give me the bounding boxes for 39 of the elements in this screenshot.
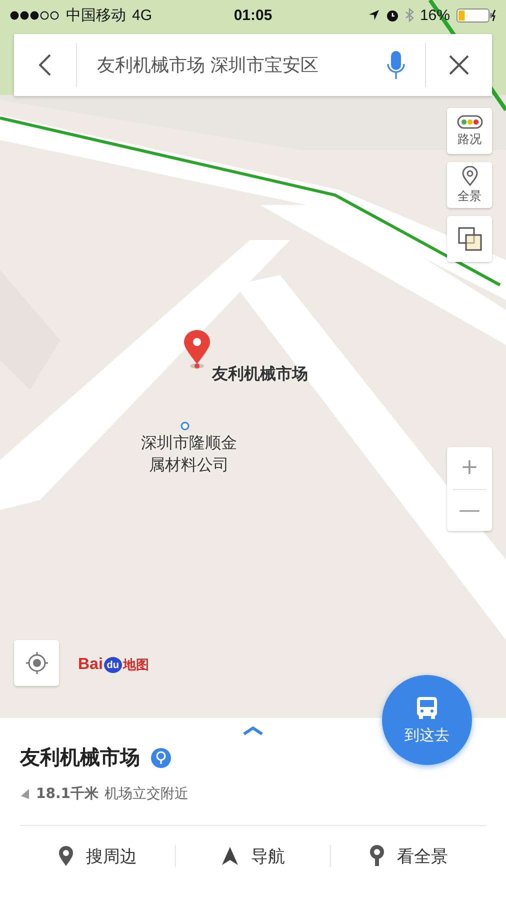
battery-icon bbox=[456, 8, 496, 22]
layers-icon bbox=[456, 226, 482, 252]
location-arrow-icon bbox=[368, 9, 380, 21]
clock-time: 01:05 bbox=[234, 6, 272, 24]
area-text: 机场立交附近 bbox=[104, 785, 189, 803]
place-name: 友利机械市场 bbox=[20, 744, 140, 771]
poi-label: 深圳市隆顺金属材料公司 bbox=[140, 432, 238, 476]
locate-icon bbox=[26, 652, 48, 674]
panorama-button[interactable]: 看全景 bbox=[331, 836, 486, 876]
expand-caret-icon[interactable] bbox=[242, 726, 264, 736]
panorama-button[interactable]: 全景 bbox=[447, 162, 492, 208]
layers-button[interactable] bbox=[447, 216, 492, 262]
navigation-arrow-icon bbox=[221, 846, 239, 866]
place-label: 友利机械市场 bbox=[212, 364, 308, 385]
signal-icon bbox=[10, 10, 60, 20]
distance-text: 18.1千米 bbox=[36, 785, 99, 803]
traffic-light-icon bbox=[456, 114, 482, 128]
carrier-name: 中国移动 bbox=[66, 6, 126, 24]
microphone-icon[interactable] bbox=[387, 50, 405, 80]
locate-button[interactable] bbox=[14, 640, 59, 686]
location-badge-icon bbox=[150, 746, 172, 768]
control-label: 全景 bbox=[458, 188, 482, 204]
close-icon bbox=[449, 55, 469, 75]
pin-icon bbox=[58, 845, 74, 867]
nearby-button[interactable]: 搜周边 bbox=[20, 836, 175, 876]
bus-icon bbox=[416, 696, 438, 720]
poi-marker-icon bbox=[180, 421, 190, 431]
network-type: 4G bbox=[132, 6, 152, 24]
alarm-icon bbox=[386, 8, 399, 22]
search-field[interactable]: 友利机械市场 深圳市宝安区 bbox=[77, 53, 387, 77]
location-pin-icon bbox=[462, 166, 478, 186]
traffic-button[interactable]: 路况 bbox=[447, 108, 492, 154]
back-icon bbox=[39, 54, 51, 76]
location-pin-icon bbox=[369, 844, 386, 868]
bluetooth-icon bbox=[404, 8, 414, 22]
baidu-map-logo: Bai du 地图 bbox=[78, 656, 149, 674]
navigate-button[interactable]: 导航 bbox=[176, 836, 330, 876]
direction-arrow-icon bbox=[20, 788, 30, 800]
control-label: 路况 bbox=[458, 130, 482, 148]
